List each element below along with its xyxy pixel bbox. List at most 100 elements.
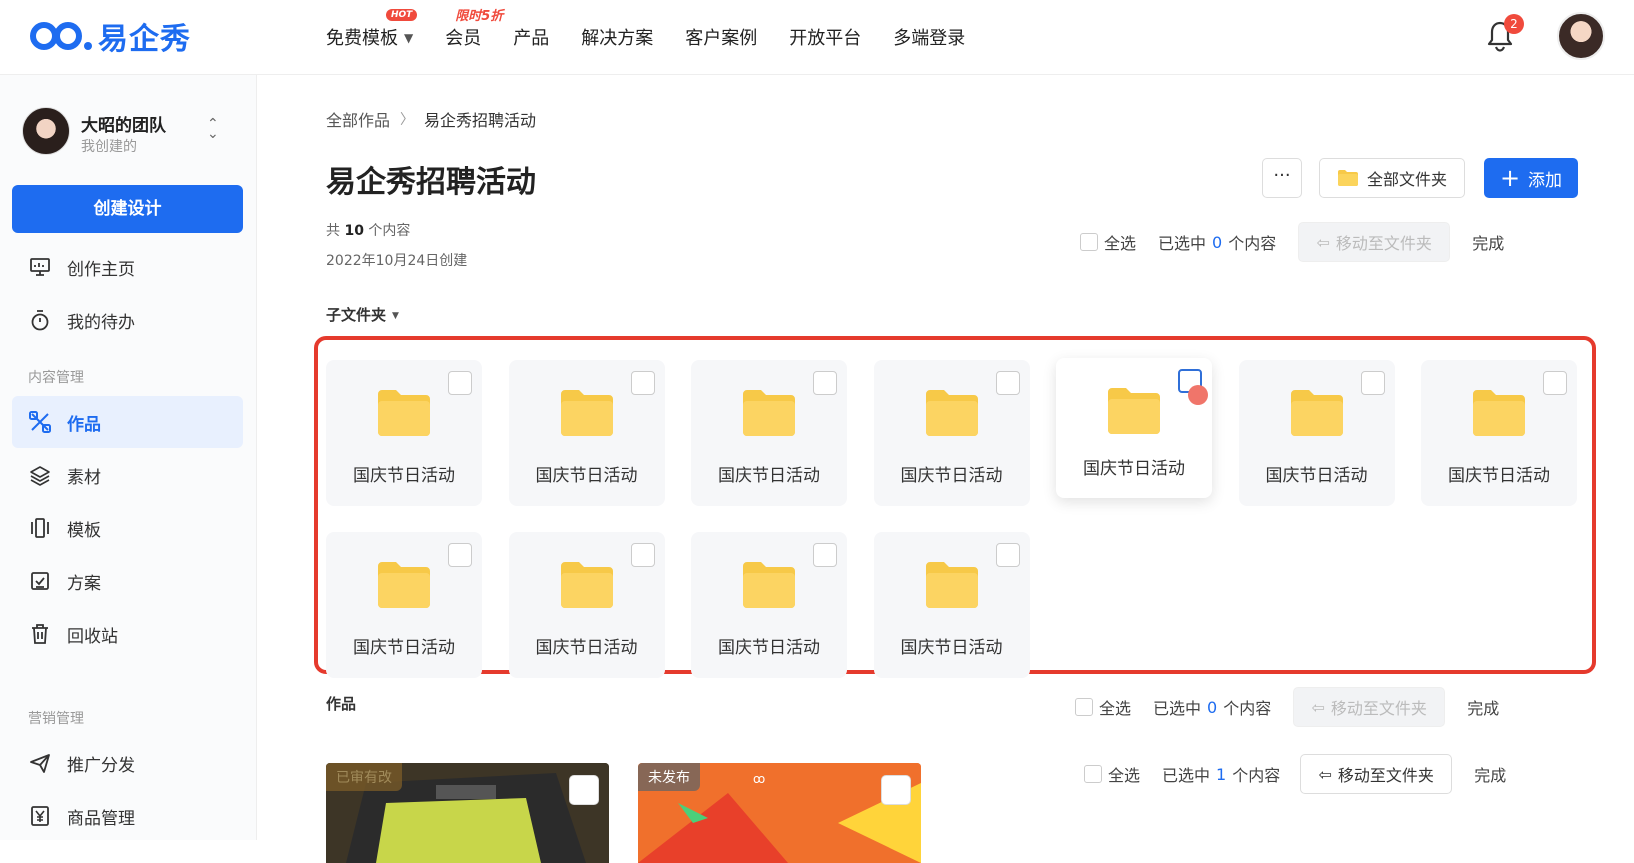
user-avatar[interactable] <box>1557 12 1605 60</box>
folder-name: 国庆节日活动 <box>900 638 1003 658</box>
sidebar-item-home[interactable]: 创作主页 <box>12 241 243 293</box>
folder-icon <box>560 562 613 608</box>
selected-count: 1 <box>1216 764 1227 784</box>
move-to-folder-button[interactable]: ⇦ 移动至文件夹 <box>1293 687 1446 727</box>
nav-multi-login[interactable]: 多端登录 <box>893 24 965 50</box>
nav-membership-label: 会员 <box>445 28 482 49</box>
folder-checkbox[interactable] <box>813 543 837 567</box>
nav-cases[interactable]: 客户案例 <box>685 24 757 50</box>
caret-down-icon: ▼ <box>392 310 399 321</box>
main-content: 全部作品 〉 易企秀招聘活动 易企秀招聘活动 共 10 个内容 2022年10月… <box>257 75 1634 863</box>
folder-checkbox[interactable] <box>1360 371 1385 395</box>
folder-icon <box>925 562 978 608</box>
nav-membership[interactable]: 限时5折 会员 <box>445 9 503 50</box>
folder-checkbox[interactable] <box>630 371 655 395</box>
done-button[interactable]: 完成 <box>1467 695 1499 719</box>
subfolder-heading-label: 子文件夹 <box>326 306 387 324</box>
brand-logo[interactable]: 易企秀 <box>28 16 191 57</box>
notification-count-badge: 2 <box>1504 14 1524 34</box>
sidebar-item-label: 我的待办 <box>67 312 135 333</box>
folder-card[interactable]: 国庆节日活动 <box>508 360 665 506</box>
more-options-button[interactable]: ··· <box>1262 158 1302 198</box>
main-nav: 免费模板 ▼ HOT 限时5折 会员 产品 解决方案 客户案例 开放平台 多端登录 <box>326 9 997 50</box>
folder-checkbox[interactable] <box>1543 371 1567 395</box>
create-design-button[interactable]: 创建设计 <box>12 185 243 233</box>
folder-card[interactable]: 国庆节日活动 <box>873 532 1030 678</box>
select-all-checkbox[interactable] <box>1075 698 1093 716</box>
team-switcher[interactable]: 大昭的团队 我创建的 ⌃ ⌄ <box>22 107 237 157</box>
sidebar-item-materials[interactable]: 素材 <box>12 449 243 501</box>
select-all-label[interactable]: 全选 <box>1108 762 1140 786</box>
selected-count: 0 <box>1212 232 1223 252</box>
folder-card[interactable]: 国庆节日活动 <box>326 360 482 506</box>
nav-products[interactable]: 产品 <box>513 24 549 50</box>
select-all-label[interactable]: 全选 <box>1104 230 1136 254</box>
selection-bar-popup: 全选 已选中 1 个内容 ⇦ 移动至文件夹 完成 <box>1084 754 1584 794</box>
done-button[interactable]: 完成 <box>1472 230 1504 254</box>
move-to-folder-button[interactable]: ⇦ 移动至文件夹 <box>1300 754 1453 794</box>
select-all-label[interactable]: 全选 <box>1099 695 1131 719</box>
breadcrumb-root[interactable]: 全部作品 <box>326 107 390 131</box>
selection-bar: 全选 已选中 0 个内容 ⇦ 移动至文件夹 完成 <box>1080 222 1580 262</box>
notification-button[interactable]: 2 <box>1486 14 1524 54</box>
done-button[interactable]: 完成 <box>1474 762 1506 786</box>
sidebar-item-label: 回收站 <box>67 626 118 647</box>
work-checkbox[interactable] <box>569 775 599 805</box>
folder-checkbox[interactable] <box>448 543 472 567</box>
brand-name: 易企秀 <box>98 22 191 57</box>
folder-icon <box>743 390 795 436</box>
count-value: 10 <box>344 223 364 239</box>
created-date: 2022年10月24日创建 <box>326 253 468 269</box>
folder-card[interactable]: 国庆节日活动 <box>1238 360 1395 506</box>
sidebar-item-trash[interactable]: 回收站 <box>12 608 243 660</box>
page-title: 易企秀招聘活动 <box>326 165 536 200</box>
all-folders-button[interactable]: 全部文件夹 <box>1319 158 1465 198</box>
folder-card[interactable]: 国庆节日活动 <box>691 532 847 678</box>
work-card[interactable]: ꝏ 未发布 <box>638 763 921 863</box>
sidebar-item-templates[interactable]: 模板 <box>12 502 243 554</box>
folder-icon <box>378 390 430 436</box>
folder-card[interactable]: 国庆节日活动 <box>326 532 482 678</box>
folder-checkbox[interactable] <box>448 371 472 395</box>
promo-badge: 限时5折 <box>455 9 504 24</box>
folder-checkbox[interactable] <box>995 371 1020 395</box>
nav-solutions[interactable]: 解决方案 <box>581 24 653 50</box>
selection-bar-works: 全选 已选中 0 个内容 ⇦ 移动至文件夹 完成 <box>1075 687 1575 727</box>
sidebar-item-label: 素材 <box>67 467 101 488</box>
work-card[interactable]: 已审有改 <box>326 763 609 863</box>
folder-checkbox[interactable] <box>630 543 655 567</box>
folder-icon <box>1108 388 1160 434</box>
sidebar-item-plans[interactable]: 方案 <box>12 555 243 607</box>
move-to-folder-button[interactable]: ⇦ 移动至文件夹 <box>1298 222 1451 262</box>
paper-plane-icon <box>27 750 53 776</box>
chevron-right-icon: 〉 <box>400 112 415 128</box>
add-button[interactable]: + 添加 <box>1484 158 1578 198</box>
folder-checkbox[interactable] <box>995 543 1020 567</box>
sidebar-item-promotion[interactable]: 推广分发 <box>12 737 243 789</box>
folder-card[interactable]: 国庆节日活动 <box>691 360 847 506</box>
subfolder-heading[interactable]: 子文件夹 ▼ <box>326 304 399 325</box>
team-name: 大昭的团队 <box>81 116 166 136</box>
folder-checkbox[interactable] <box>813 371 837 395</box>
select-all-checkbox[interactable] <box>1084 765 1102 783</box>
folder-card[interactable]: 国庆节日活动 <box>873 360 1030 506</box>
selected-suffix: 个内容 <box>1232 766 1281 785</box>
sidebar-item-works[interactable]: 作品 <box>12 396 243 448</box>
select-all-checkbox[interactable] <box>1080 233 1098 251</box>
folder-card[interactable]: 国庆节日活动 <box>508 532 665 678</box>
nav-open-platform[interactable]: 开放平台 <box>789 24 861 50</box>
move-to-folder-label: 移动至文件夹 <box>1335 234 1432 253</box>
folder-card[interactable]: 国庆节日活动 <box>1421 360 1577 506</box>
sidebar-item-products[interactable]: 商品管理 <box>12 790 243 842</box>
nav-free-templates[interactable]: 免费模板 ▼ HOT <box>326 9 418 50</box>
template-icon <box>27 515 53 541</box>
selected-prefix: 已选中 <box>1162 766 1211 785</box>
folder-card[interactable]: 国庆节日活动 <box>1056 358 1212 498</box>
sidebar-item-todo[interactable]: 我的待办 <box>12 294 243 346</box>
cursor-dot <box>1188 385 1208 405</box>
work-checkbox[interactable] <box>881 775 911 805</box>
breadcrumb: 全部作品 〉 易企秀招聘活动 <box>326 107 536 131</box>
trash-icon <box>27 621 53 647</box>
selected-prefix: 已选中 <box>1153 699 1202 718</box>
move-folder-icon: ⇦ <box>1316 232 1330 252</box>
